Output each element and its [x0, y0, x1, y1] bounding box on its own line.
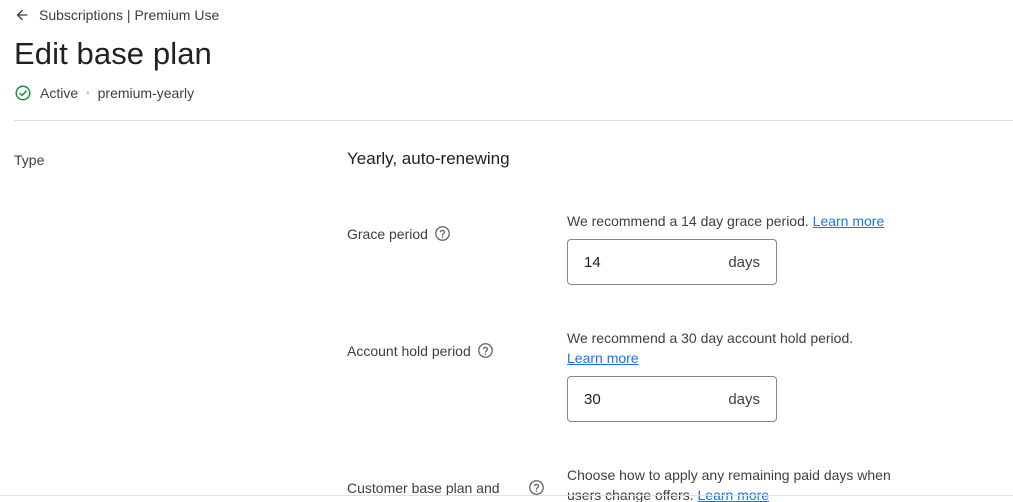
header-divider: [14, 120, 1013, 121]
check-circle-icon: [15, 85, 31, 101]
grace-period-hint: We recommend a 14 day grace period. Lear…: [567, 211, 897, 231]
grace-period-input[interactable]: [584, 253, 684, 271]
account-hold-input[interactable]: [584, 390, 684, 408]
plan-id: premium-yearly: [97, 85, 195, 101]
customer-change-label: Customer base plan and: [347, 479, 500, 496]
breadcrumb-label: Subscriptions | Premium Use: [39, 7, 220, 23]
grace-period-field[interactable]: days: [567, 239, 777, 285]
grace-period-suffix: days: [728, 253, 760, 271]
status-separator: •: [86, 87, 90, 99]
grace-period-label: Grace period: [347, 225, 428, 242]
customer-change-label-row: Customer base plan and: [347, 479, 545, 496]
arrow-back-icon: [16, 9, 28, 21]
type-value: Yearly, auto-renewing: [347, 149, 510, 168]
grace-period-label-row: Grace period: [347, 225, 451, 242]
account-hold-label-row: Account hold period: [347, 342, 494, 359]
bottom-divider: [0, 495, 1013, 496]
status-row: Active • premium-yearly: [14, 84, 194, 102]
help-icon[interactable]: [434, 225, 451, 242]
type-section-label: Type: [14, 152, 45, 168]
grace-period-learn-more-link[interactable]: Learn more: [813, 213, 885, 229]
back-breadcrumb[interactable]: Subscriptions | Premium Use: [14, 7, 219, 23]
status-badge: Active: [40, 85, 79, 101]
help-icon[interactable]: [477, 342, 494, 359]
page-title: Edit base plan: [14, 36, 212, 71]
account-hold-suffix: days: [728, 390, 760, 408]
account-hold-label: Account hold period: [347, 342, 471, 359]
account-hold-hint: We recommend a 30 day account hold perio…: [567, 328, 897, 368]
account-hold-learn-more-link[interactable]: Learn more: [567, 350, 639, 366]
help-icon[interactable]: [528, 479, 545, 496]
edit-base-plan-page: Subscriptions | Premium Use Edit base pl…: [0, 0, 1013, 502]
account-hold-field[interactable]: days: [567, 376, 777, 422]
customer-change-hint: Choose how to apply any remaining paid d…: [567, 465, 897, 502]
grace-period-hint-text: We recommend a 14 day grace period.: [567, 213, 809, 229]
account-hold-hint-text: We recommend a 30 day account hold perio…: [567, 330, 854, 346]
